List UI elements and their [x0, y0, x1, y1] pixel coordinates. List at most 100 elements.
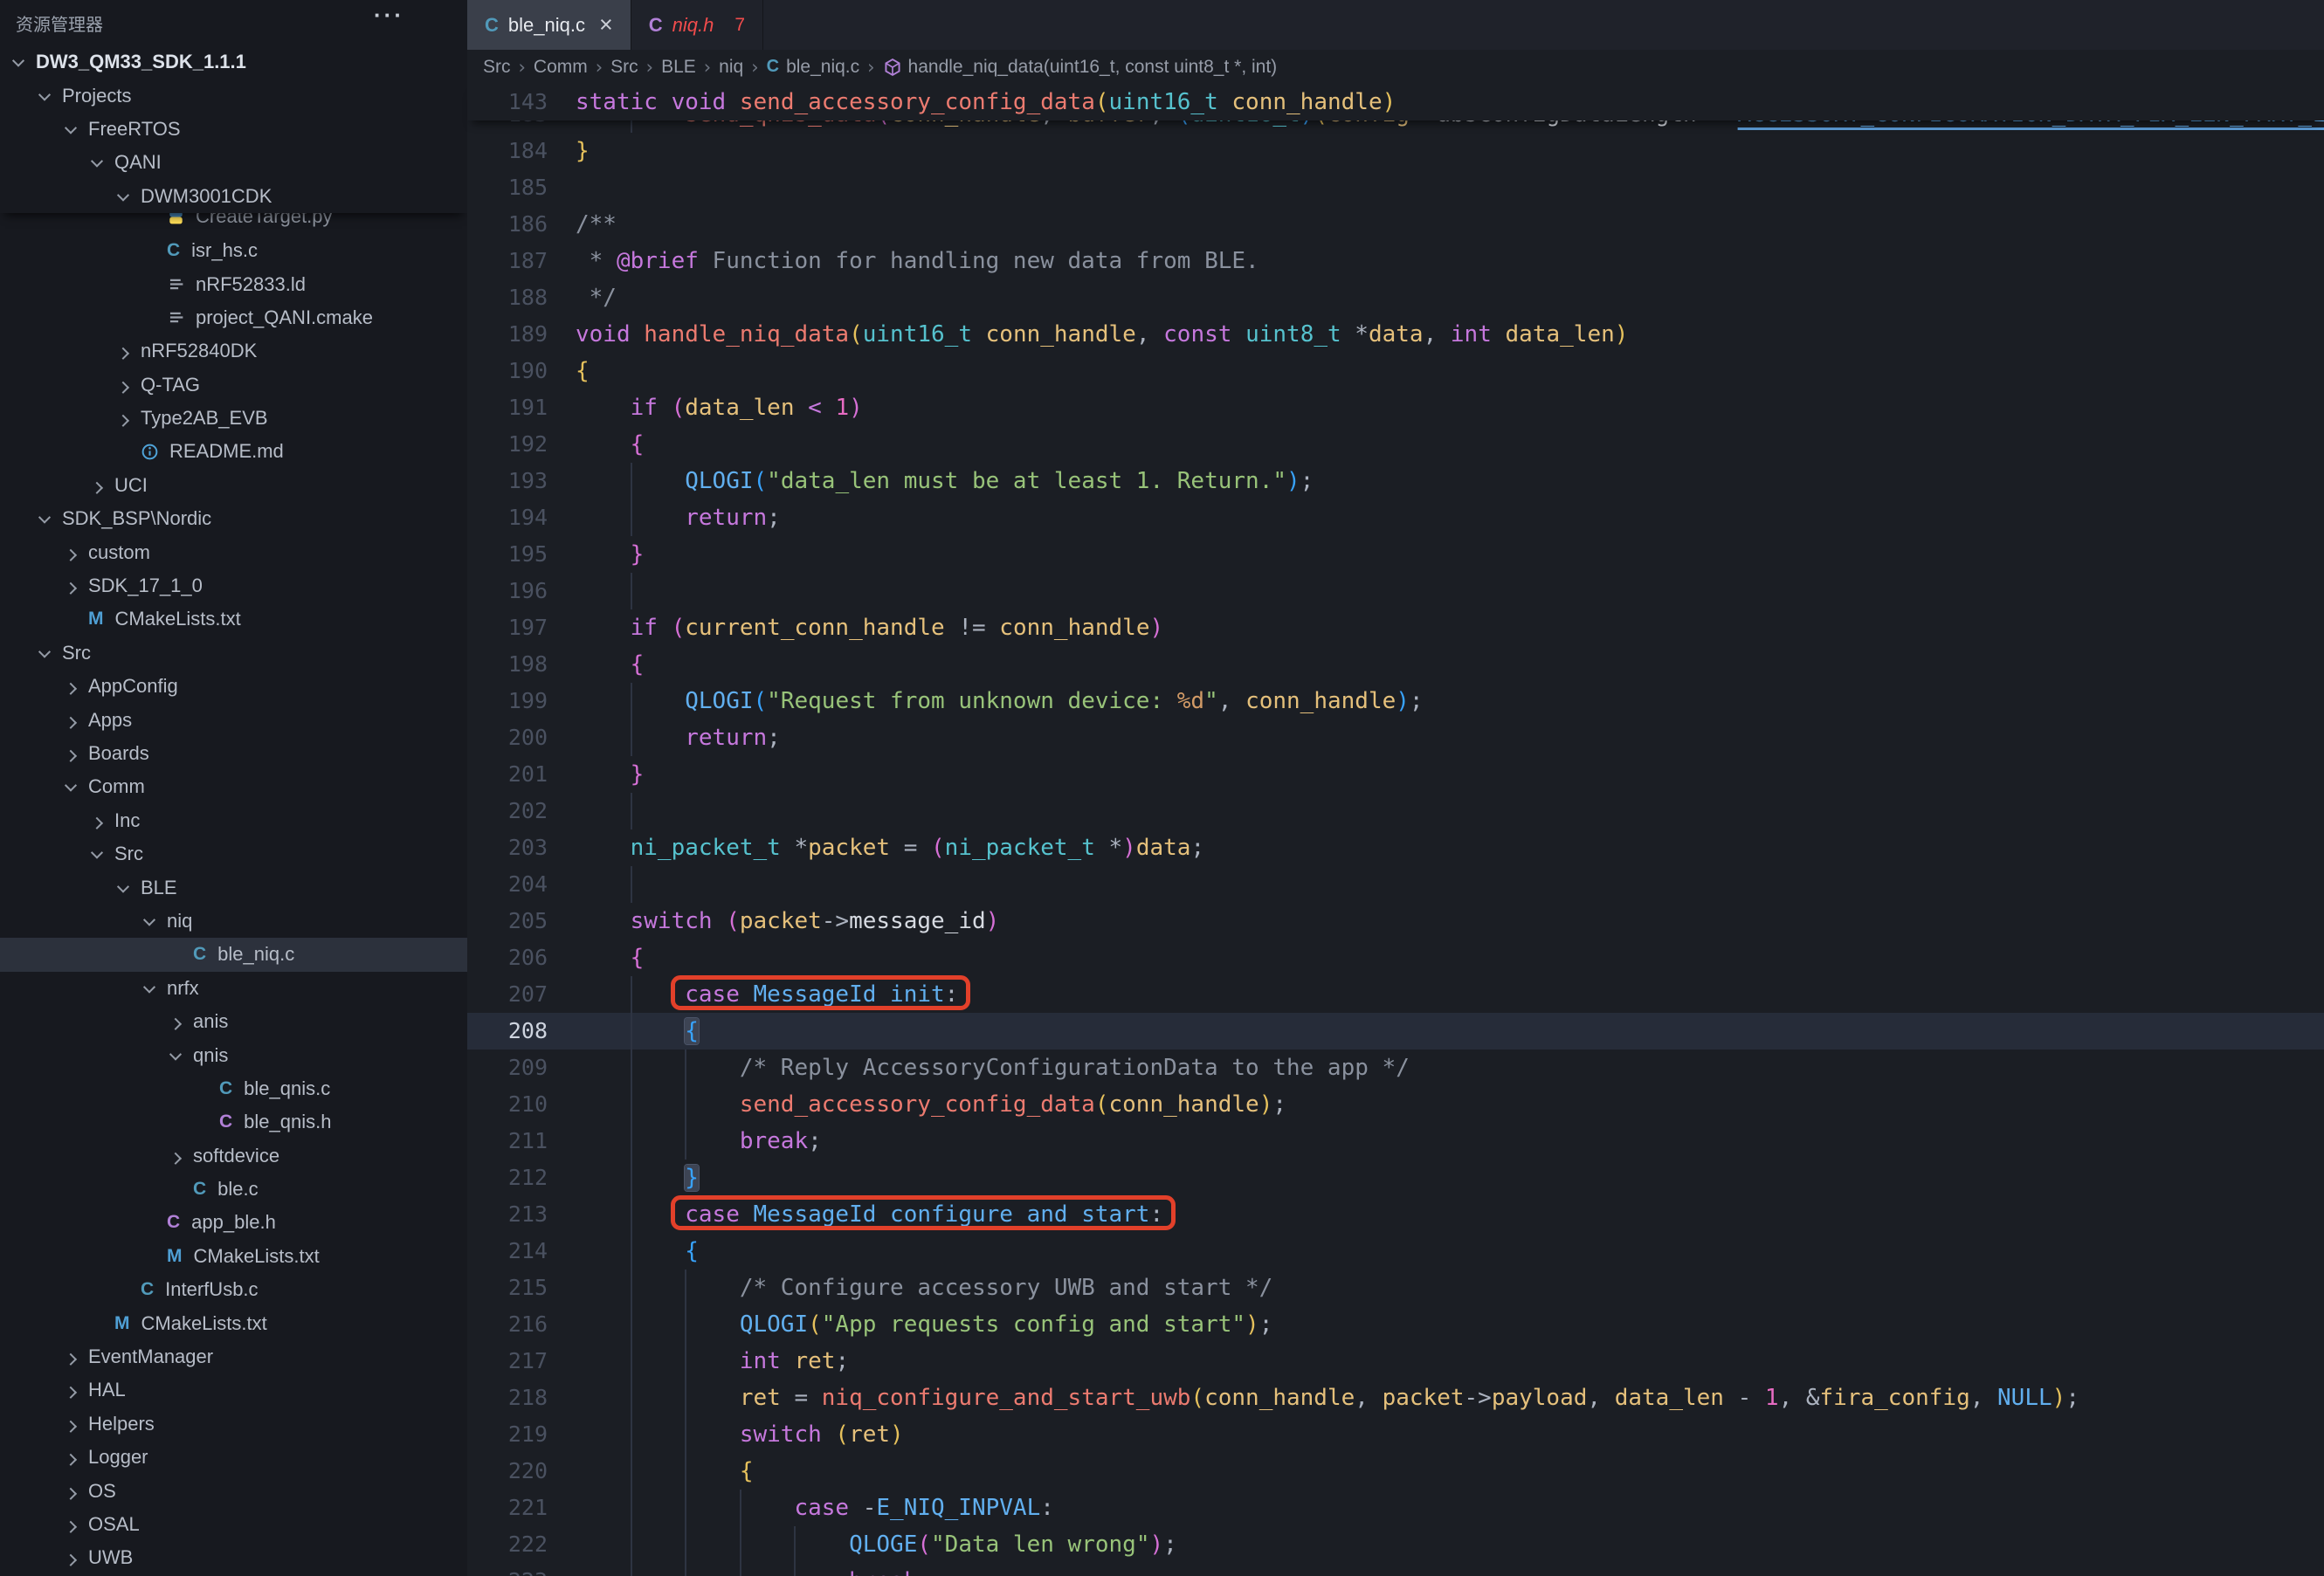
line-number[interactable]: 184: [467, 133, 548, 169]
tree-item-project-qani-cmake[interactable]: project_QANI.cmake: [0, 301, 467, 334]
chevron-down-icon[interactable]: [169, 1048, 182, 1060]
chevron-right-icon[interactable]: [117, 415, 129, 427]
breadcrumb-item[interactable]: niq: [719, 57, 743, 78]
code-line-206[interactable]: 206 {: [467, 939, 2324, 976]
tree-item-interfusb-c[interactable]: CInterfUsb.c: [0, 1273, 467, 1306]
line-number[interactable]: 213: [467, 1196, 548, 1233]
chevron-right-icon[interactable]: [65, 716, 77, 728]
code-line-211[interactable]: 211 break;: [467, 1123, 2324, 1160]
code-line-207[interactable]: 207 case MessageId_init:: [467, 976, 2324, 1013]
chevron-down-icon[interactable]: [38, 645, 51, 657]
tree-item-anis[interactable]: anis: [0, 1005, 467, 1038]
chevron-down-icon[interactable]: [38, 88, 51, 100]
chevron-right-icon[interactable]: [65, 1487, 77, 1499]
tree-item-qnis[interactable]: qnis: [0, 1038, 467, 1071]
chevron-right-icon[interactable]: [65, 582, 77, 595]
breadcrumb-item[interactable]: BLE: [661, 57, 696, 78]
tree-item-app-ble-h[interactable]: Capp_ble.h: [0, 1206, 467, 1239]
tree-item-uci[interactable]: UCI: [0, 469, 467, 502]
code-line-204[interactable]: 204: [467, 866, 2324, 903]
line-number[interactable]: 199: [467, 683, 548, 719]
line-number[interactable]: 202: [467, 793, 548, 829]
tree-item-projects[interactable]: Projects: [0, 79, 467, 112]
line-number[interactable]: 188: [467, 279, 548, 316]
code-line-221[interactable]: 221 case -E_NIQ_INPVAL:: [467, 1490, 2324, 1526]
line-number[interactable]: 185: [467, 169, 548, 206]
code-line-213[interactable]: 213 case MessageId_configure_and_start:: [467, 1196, 2324, 1233]
tree-item-dwm3001cdk[interactable]: DWM3001CDK: [0, 180, 467, 213]
tree-item-os[interactable]: OS: [0, 1474, 467, 1507]
line-number[interactable]: 195: [467, 536, 548, 573]
tree-item-uwb[interactable]: UWB: [0, 1541, 467, 1574]
line-number[interactable]: 220: [467, 1453, 548, 1490]
line-number[interactable]: 214: [467, 1233, 548, 1270]
tree-item-hal[interactable]: HAL: [0, 1373, 467, 1407]
line-number[interactable]: 217: [467, 1343, 548, 1380]
tree-item-qani[interactable]: QANI: [0, 146, 467, 179]
line-number[interactable]: 191: [467, 389, 548, 426]
tree-item-createtarget-py[interactable]: CreateTarget.py: [0, 213, 467, 233]
tree-item-boards[interactable]: Boards: [0, 737, 467, 770]
tree-item-sdk-bsp-nordic[interactable]: SDK_BSP\Nordic: [0, 502, 467, 535]
code-line-220[interactable]: 220 {: [467, 1453, 2324, 1490]
tree-item-dw3-qm33-sdk-1-1-1[interactable]: DW3_QM33_SDK_1.1.1: [0, 45, 467, 79]
tree-item-nrf52840dk[interactable]: nRF52840DK: [0, 334, 467, 368]
tab-ble-niq-c[interactable]: C ble_niq.c ×: [467, 0, 631, 50]
line-number[interactable]: 198: [467, 646, 548, 683]
chevron-right-icon[interactable]: [65, 1421, 77, 1433]
chevron-down-icon[interactable]: [117, 189, 129, 201]
line-number[interactable]: 206: [467, 939, 548, 976]
code-line-186[interactable]: 186/**: [467, 206, 2324, 243]
code-line-212[interactable]: 212 }: [467, 1160, 2324, 1196]
tree-item-freertos[interactable]: FreeRTOS: [0, 113, 467, 146]
code-line-200[interactable]: 200 return;: [467, 719, 2324, 756]
line-number[interactable]: 221: [467, 1490, 548, 1526]
line-number[interactable]: 203: [467, 829, 548, 866]
tree-item-ble[interactable]: BLE: [0, 871, 467, 904]
tree-item-apps[interactable]: Apps: [0, 703, 467, 736]
line-number[interactable]: 196: [467, 573, 548, 609]
chevron-down-icon[interactable]: [91, 847, 103, 859]
tree-item-src[interactable]: Src: [0, 637, 467, 670]
code-line-215[interactable]: 215 /* Configure accessory UWB and start…: [467, 1270, 2324, 1306]
chevron-right-icon[interactable]: [65, 548, 77, 561]
chevron-right-icon[interactable]: [65, 1454, 77, 1466]
tree-item-softdevice[interactable]: softdevice: [0, 1139, 467, 1173]
tree-item-logger[interactable]: Logger: [0, 1441, 467, 1474]
tree-item-ble-qnis-c[interactable]: Cble_qnis.c: [0, 1072, 467, 1105]
line-number[interactable]: 143: [467, 84, 548, 120]
chevron-down-icon[interactable]: [143, 913, 155, 926]
breadcrumb-item[interactable]: Src: [610, 57, 638, 78]
code-line-198[interactable]: 198 {: [467, 646, 2324, 683]
code-line-210[interactable]: 210 send_accessory_config_data(conn_hand…: [467, 1086, 2324, 1123]
code-line-185[interactable]: 185: [467, 169, 2324, 206]
code-line-187[interactable]: 187 * @brief Function for handling new d…: [467, 243, 2324, 279]
chevron-down-icon[interactable]: [38, 512, 51, 524]
code-line-216[interactable]: 216 QLOGI("App requests config and start…: [467, 1306, 2324, 1343]
code-line-202[interactable]: 202: [467, 793, 2324, 829]
tree-item-cmakelists-txt[interactable]: MCMakeLists.txt: [0, 602, 467, 636]
code-line-191[interactable]: 191 if (data_len < 1): [467, 389, 2324, 426]
chevron-right-icon[interactable]: [169, 1152, 182, 1164]
chevron-right-icon[interactable]: [91, 482, 103, 494]
code-line-193[interactable]: 193 QLOGI("data_len must be at least 1. …: [467, 463, 2324, 499]
line-number[interactable]: 222: [467, 1526, 548, 1563]
tree-item-ble-qnis-h[interactable]: Cble_qnis.h: [0, 1105, 467, 1139]
line-number[interactable]: 219: [467, 1416, 548, 1453]
line-number[interactable]: 209: [467, 1050, 548, 1086]
chevron-right-icon[interactable]: [117, 348, 129, 360]
tree-item-eventmanager[interactable]: EventManager: [0, 1340, 467, 1373]
code-line-195[interactable]: 195 }: [467, 536, 2324, 573]
code-line-189[interactable]: 189void handle_niq_data(uint16_t conn_ha…: [467, 316, 2324, 353]
breadcrumb-item[interactable]: Src: [483, 57, 511, 78]
line-number[interactable]: 201: [467, 756, 548, 793]
line-number[interactable]: 207: [467, 976, 548, 1013]
tree-item-custom[interactable]: custom: [0, 535, 467, 568]
breadcrumb-item[interactable]: Cble_niq.c: [767, 57, 860, 78]
code-line-194[interactable]: 194 return;: [467, 499, 2324, 536]
tree-item-nrf52833-ld[interactable]: nRF52833.ld: [0, 267, 467, 300]
chevron-down-icon[interactable]: [117, 880, 129, 892]
line-number[interactable]: 183: [467, 120, 548, 133]
tree-item-inc[interactable]: Inc: [0, 804, 467, 837]
chevron-right-icon[interactable]: [65, 1521, 77, 1533]
